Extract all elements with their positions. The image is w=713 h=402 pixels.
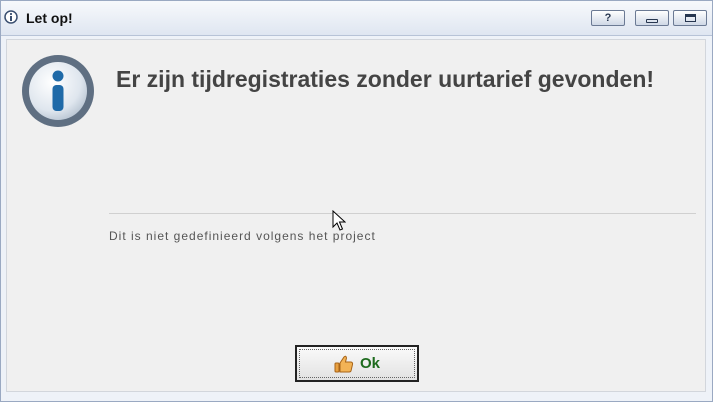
info-icon <box>22 55 94 127</box>
divider <box>109 213 696 214</box>
minimize-icon <box>646 18 658 23</box>
ok-label: Ok <box>359 355 380 372</box>
help-label: ? <box>604 12 612 24</box>
window-title: Let op! <box>26 10 73 26</box>
maximize-button[interactable] <box>673 10 707 26</box>
minimize-button[interactable] <box>635 10 669 26</box>
maximize-icon <box>684 14 696 22</box>
dialog-heading: Er zijn tijdregistraties zonder uurtarie… <box>116 66 655 92</box>
ok-button[interactable]: Ok <box>295 345 419 382</box>
dialog-content: Er zijn tijdregistraties zonder uurtarie… <box>6 39 706 392</box>
info-icon <box>4 10 18 24</box>
title-bar[interactable]: Let op! ? <box>1 1 712 36</box>
dialog-window: Let op! ? Er zijn tijdregistraties zonde… <box>0 0 713 402</box>
help-button[interactable]: ? <box>591 10 625 26</box>
thumbs-up-icon <box>334 355 354 372</box>
mouse-cursor-icon <box>332 210 346 231</box>
